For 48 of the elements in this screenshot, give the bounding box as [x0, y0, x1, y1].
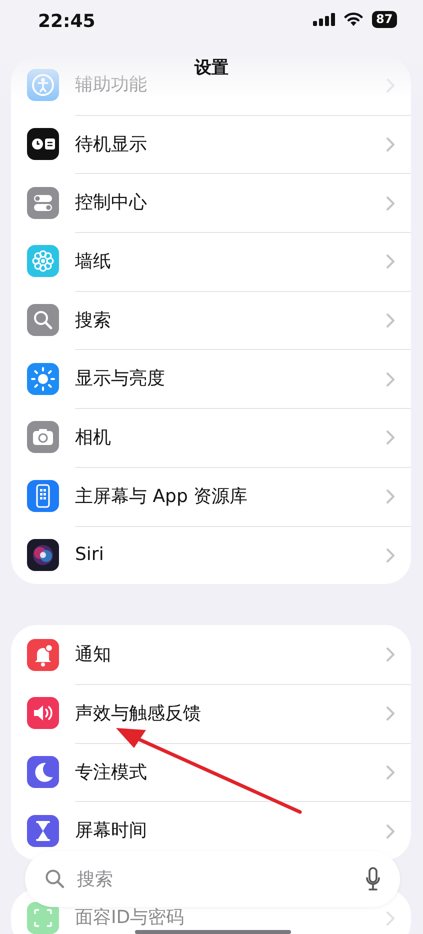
toggles-icon	[27, 186, 59, 219]
chevron-icon	[386, 372, 395, 387]
status-time: 22:45	[38, 10, 96, 34]
chevron-icon	[386, 647, 395, 662]
moon-icon	[27, 756, 59, 788]
search-icon	[27, 304, 59, 336]
chevron-icon	[386, 137, 395, 152]
bell-icon	[27, 638, 59, 671]
battery-level: 87	[372, 11, 397, 28]
orb-icon	[27, 538, 59, 571]
chevron-icon	[386, 764, 395, 780]
settings-item[interactable]: 专注模式	[75, 762, 147, 782]
camera-icon	[27, 421, 59, 454]
app-grid-icon	[27, 480, 59, 512]
signal-icon	[313, 13, 335, 26]
standby-icon	[27, 128, 59, 160]
chevron-icon	[386, 196, 395, 211]
chevron-icon	[386, 254, 395, 270]
hourglass-icon	[27, 814, 59, 847]
chevron-icon	[386, 824, 395, 839]
settings-item[interactable]: 待机显示	[75, 134, 147, 154]
settings-item[interactable]: 通知	[75, 644, 111, 664]
settings-item[interactable]: 控制中心	[75, 193, 147, 214]
chevron-icon	[386, 910, 395, 926]
settings-item[interactable]: 搜索	[75, 310, 111, 330]
settings-item[interactable]: 墙纸	[75, 252, 111, 272]
settings-item[interactable]: 屏幕时间	[75, 821, 147, 841]
search-input[interactable]: 搜索	[75, 864, 356, 894]
speaker-icon	[27, 697, 59, 730]
face-frame-icon	[27, 902, 59, 934]
wifi-icon	[344, 12, 363, 26]
settings-item[interactable]: 主屏幕与 App 资源库	[75, 486, 248, 507]
flower-icon	[27, 245, 59, 278]
search-icon	[45, 869, 65, 889]
chevron-icon	[386, 548, 395, 563]
microphone-icon[interactable]	[366, 867, 380, 891]
search-field[interactable]: 搜索	[25, 851, 400, 907]
sun-icon	[27, 362, 59, 395]
settings-item[interactable]: 相机	[75, 428, 111, 448]
chevron-icon	[386, 489, 395, 504]
settings-item[interactable]: Siri	[75, 545, 104, 566]
page-title: 设置	[193, 57, 230, 80]
chevron-icon	[386, 313, 395, 328]
chevron-icon	[386, 430, 395, 446]
chevron-icon	[386, 706, 395, 722]
settings-item[interactable]: 声效与触感反馈	[75, 704, 201, 724]
settings-item[interactable]: 面容ID与密码	[75, 908, 184, 928]
settings-item[interactable]: 显示与亮度	[75, 369, 165, 390]
